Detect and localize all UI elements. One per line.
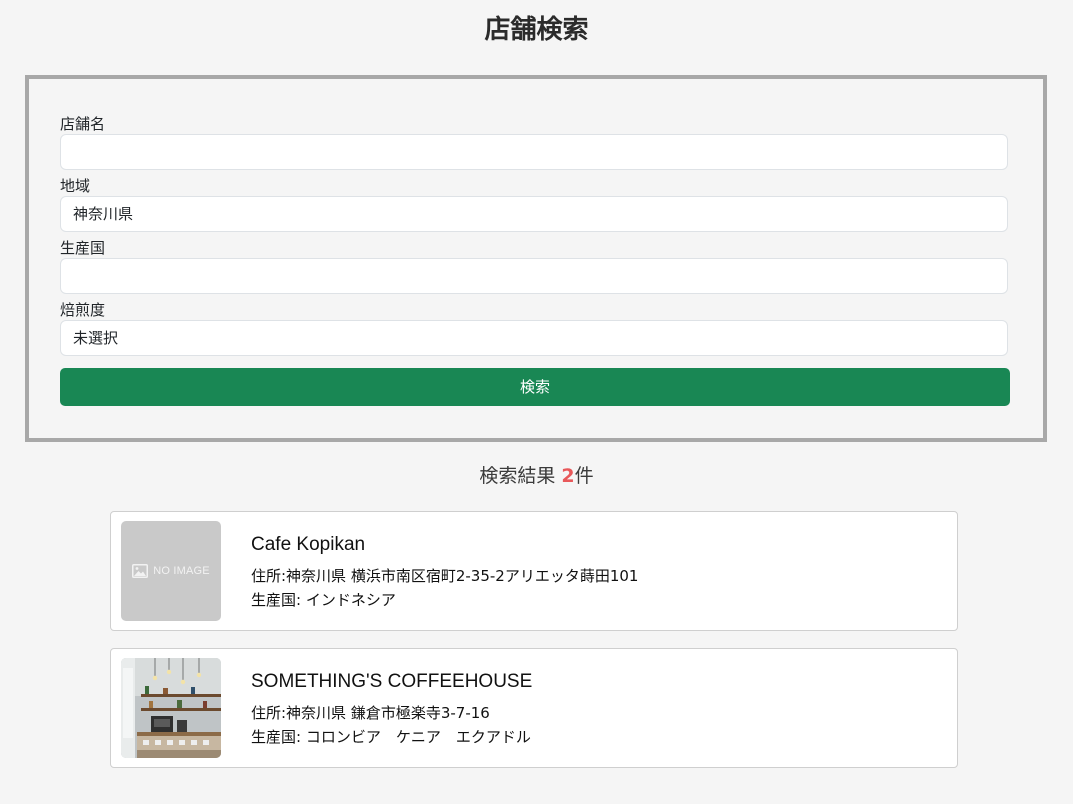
page-title: 店舗検索 [484, 15, 589, 45]
store-thumbnail: NO IMAGE [121, 521, 221, 621]
store-thumbnail [121, 658, 221, 758]
results-count: 2 [561, 465, 575, 487]
store-origin: 生産国: コロンビア ケニア エクアドル [251, 728, 531, 746]
roast-select[interactable]: 未選択 [60, 320, 1008, 356]
results-heading-suffix: 件 [574, 465, 594, 487]
result-card[interactable]: SOMETHING'S COFFEEHOUSE 住所:神奈川県 鎌倉市極楽寺3-… [110, 648, 958, 768]
store-origin: 生産国: インドネシア [251, 591, 396, 609]
image-placeholder-icon [132, 564, 149, 578]
store-address: 住所:神奈川県 鎌倉市極楽寺3-7-16 [251, 704, 490, 722]
search-form: 店舗名 地域 神奈川県 生産国 焙煎度 未選択 検索 [25, 75, 1047, 442]
roast-label: 焙煎度 [60, 301, 106, 319]
store-name-label: 店舗名 [60, 115, 106, 133]
store-address: 住所:神奈川県 横浜市南区宿町2-35-2アリエッタ蒔田101 [251, 567, 639, 585]
store-name[interactable]: Cafe Kopikan [251, 532, 365, 558]
region-label: 地域 [60, 177, 91, 195]
region-input[interactable]: 神奈川県 [60, 196, 1008, 232]
origin-input[interactable] [60, 258, 1008, 294]
origin-label: 生産国 [60, 239, 106, 257]
result-card[interactable]: NO IMAGE Cafe Kopikan 住所:神奈川県 横浜市南区宿町2-3… [110, 511, 958, 631]
store-name-input[interactable] [60, 134, 1008, 170]
store-name[interactable]: SOMETHING'S COFFEEHOUSE [251, 669, 532, 695]
search-button[interactable]: 検索 [60, 368, 1010, 406]
results-heading-prefix: 検索結果 [479, 465, 562, 487]
cafe-interior-photo [121, 658, 221, 758]
no-image-text: NO IMAGE [153, 565, 210, 577]
no-image-placeholder: NO IMAGE [121, 521, 221, 621]
results-heading: 検索結果 2件 [0, 462, 1073, 490]
